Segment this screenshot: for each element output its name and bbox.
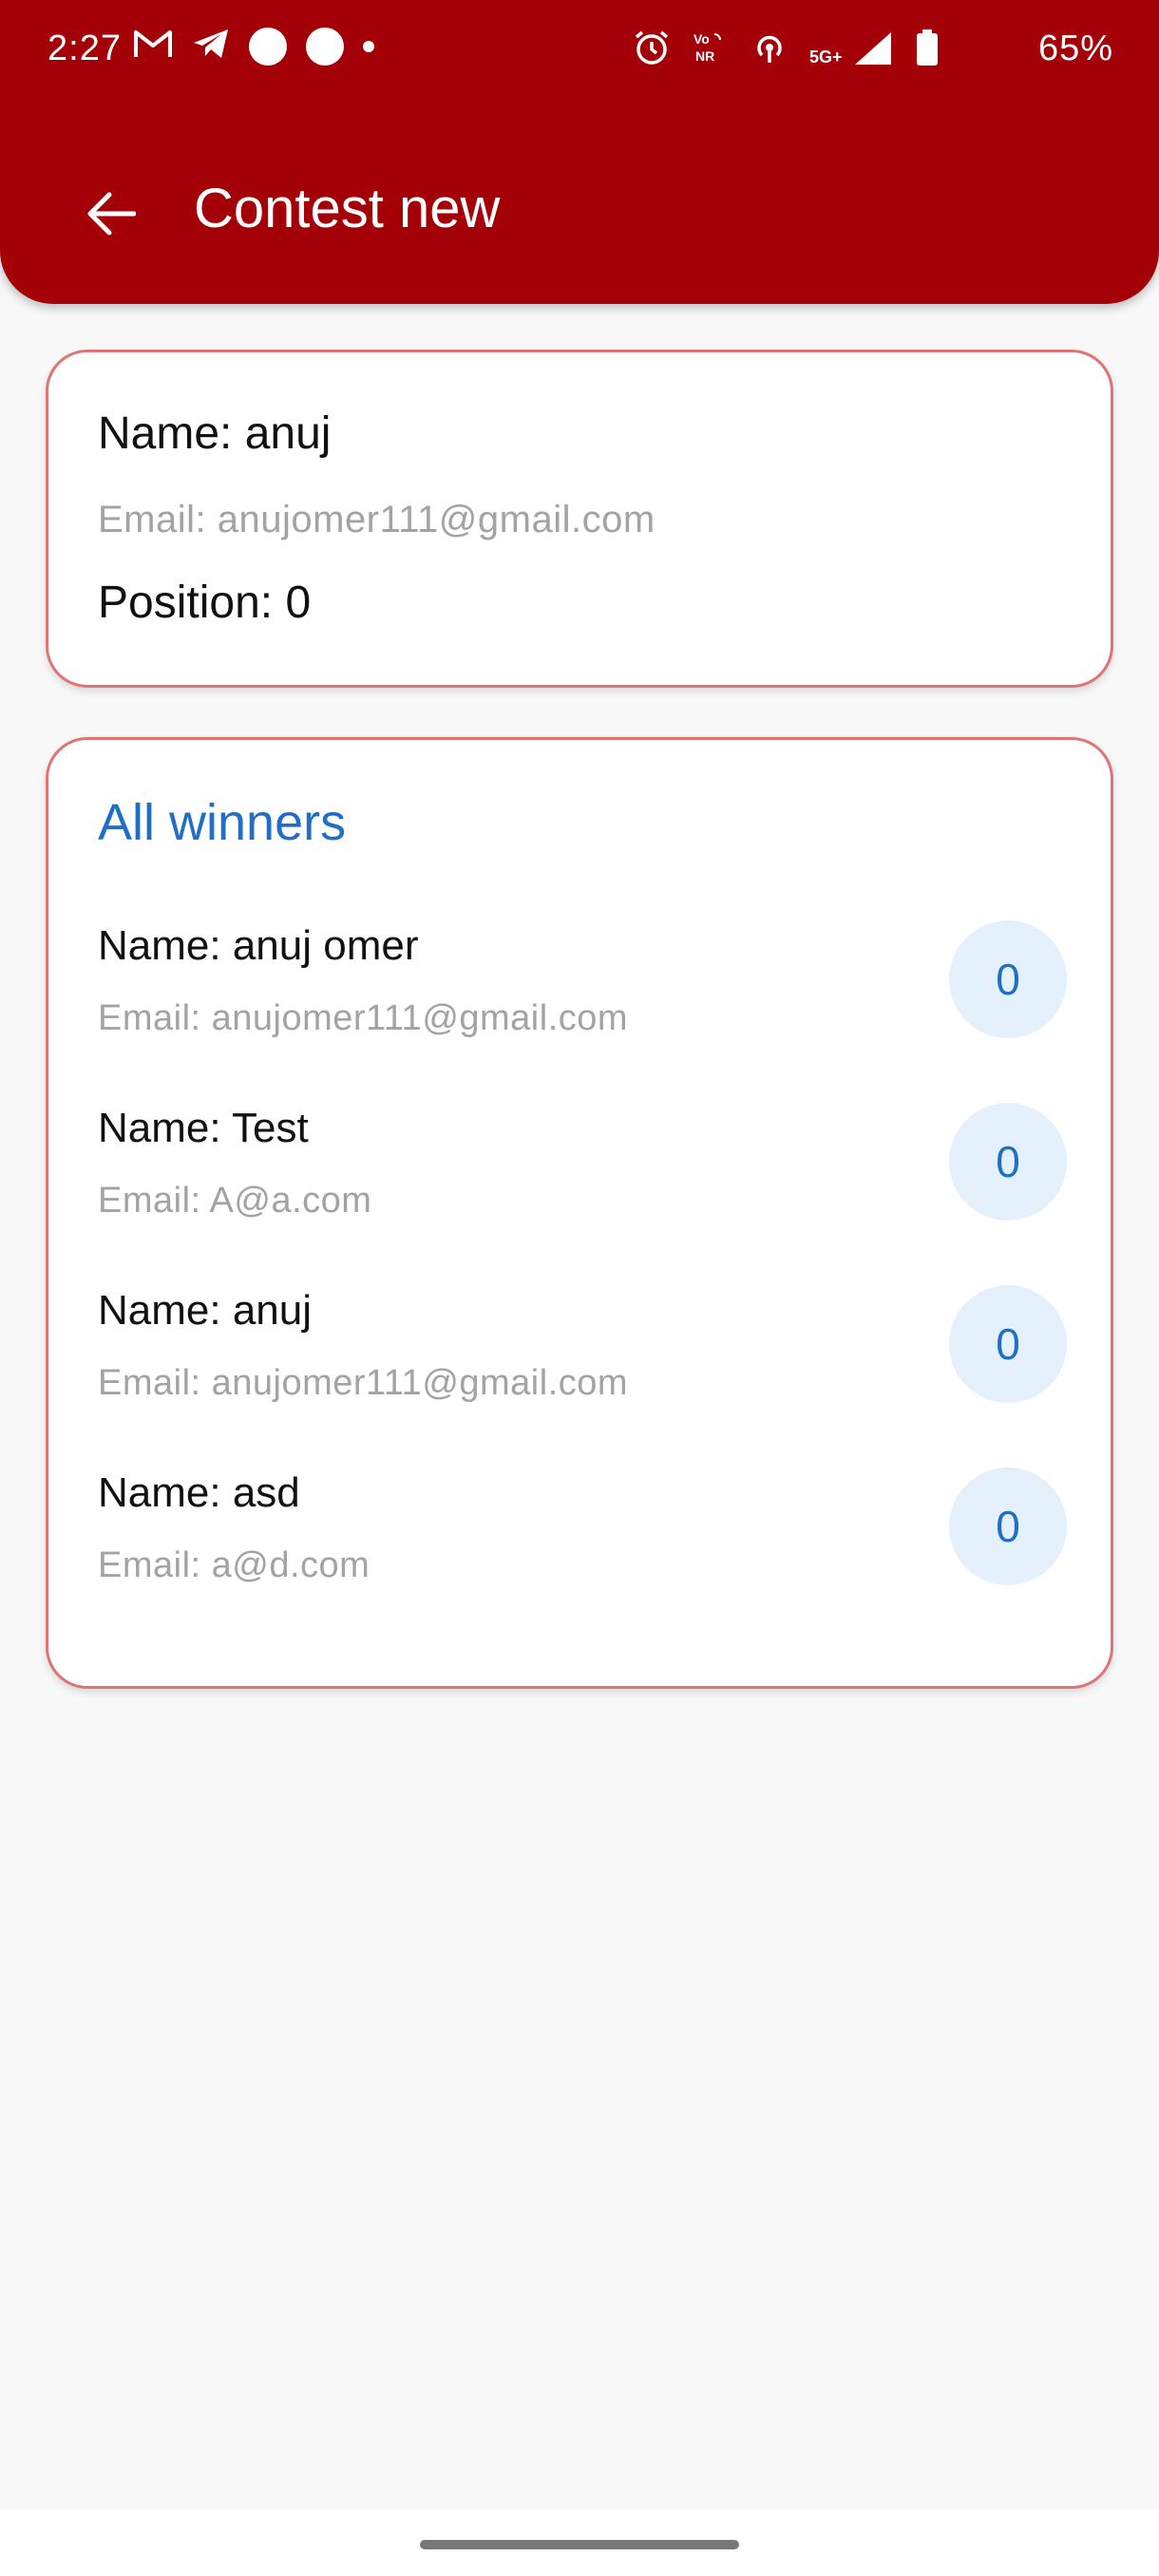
signal-icon: 5G+: [809, 28, 895, 71]
winner-email: Email: a@d.com: [98, 1545, 370, 1585]
system-icons: Vo NR 5G+: [633, 28, 939, 71]
app-notification-icon: [306, 27, 344, 66]
winners-title: All winners: [98, 794, 347, 851]
svg-text:Vo: Vo: [694, 31, 710, 47]
user-name: Name: anuj: [98, 408, 332, 459]
winner-email: Email: anujomer111@gmail.com: [98, 1363, 629, 1403]
position-badge: 0: [949, 1468, 1067, 1585]
app-notification-icon: [249, 27, 287, 66]
winner-name: Name: anuj omer: [98, 922, 419, 969]
toolbar: Contest new: [0, 161, 1159, 266]
position-badge: 0: [949, 1285, 1067, 1403]
position-badge: 0: [949, 1103, 1067, 1221]
battery-percent: 65%: [1037, 28, 1113, 68]
alarm-icon: [633, 28, 671, 71]
winner-email: Email: anujomer111@gmail.com: [98, 998, 629, 1038]
winner-name: Name: asd: [98, 1469, 300, 1516]
app-header: 2:27 Vo NR 5G+ 65% Contest new: [0, 0, 1159, 304]
status-time: 2:27: [48, 28, 122, 68]
list-item[interactable]: Name: anuj omer Email: anujomer111@gmail…: [98, 920, 1067, 1065]
svg-text:5G+: 5G+: [809, 47, 843, 66]
vonr-icon: Vo NR: [692, 28, 730, 71]
winners-card: All winners Name: anuj omer Email: anujo…: [46, 737, 1113, 1689]
more-notifications-icon: [363, 40, 374, 52]
page-title: Contest new: [194, 178, 501, 239]
winner-email: Email: A@a.com: [98, 1181, 372, 1221]
list-item[interactable]: Name: Test Email: A@a.com 0: [98, 1103, 1067, 1247]
hotspot-icon: [750, 28, 788, 71]
telegram-icon: [192, 27, 230, 66]
back-button[interactable]: [78, 182, 144, 249]
gmail-icon: [133, 28, 173, 65]
home-indicator[interactable]: [420, 2540, 739, 2549]
list-item[interactable]: Name: anuj Email: anujomer111@gmail.com …: [98, 1285, 1067, 1430]
battery-icon: [916, 28, 939, 71]
user-position: Position: 0: [98, 578, 312, 628]
arrow-back-icon: [86, 191, 137, 241]
status-bar: 2:27 Vo NR 5G+ 65%: [0, 0, 1159, 104]
winner-name: Name: Test: [98, 1105, 309, 1151]
user-email: Email: anujomer111@gmail.com: [98, 499, 656, 540]
svg-text:NR: NR: [695, 48, 714, 64]
list-item[interactable]: Name: asd Email: a@d.com 0: [98, 1468, 1067, 1612]
position-badge: 0: [949, 920, 1067, 1038]
user-profile-card: Name: anuj Email: anujomer111@gmail.com …: [46, 350, 1113, 688]
notification-icons: [133, 27, 374, 66]
winner-name: Name: anuj: [98, 1287, 313, 1334]
